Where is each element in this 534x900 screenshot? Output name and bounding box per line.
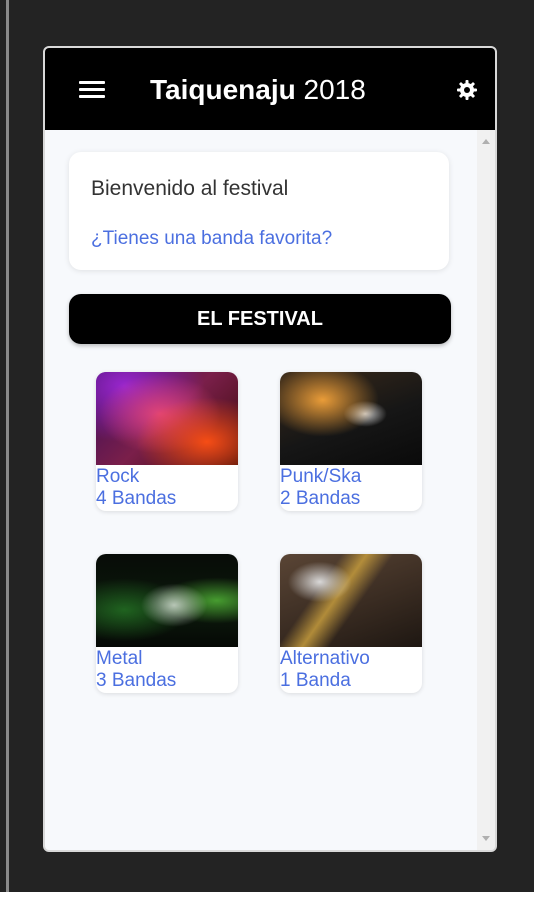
scroll-down-arrow-icon[interactable] xyxy=(482,836,490,841)
punk-bass-image xyxy=(280,372,422,465)
genre-name: Punk/Ska xyxy=(280,466,362,487)
genre-card-metal[interactable]: Metal 3 Bandas xyxy=(96,554,238,693)
welcome-text: Bienvenido al festival xyxy=(91,177,289,200)
genre-band-count: 3 Bandas xyxy=(96,670,177,691)
rock-guitar-image xyxy=(96,372,238,465)
window-left-border xyxy=(6,0,9,893)
genre-card-alternativo[interactable]: Alternativo 1 Banda xyxy=(280,554,422,693)
genre-name: Metal xyxy=(96,648,143,669)
app-frame: Taiquenaju 2018 Bienvenido al festival ¿… xyxy=(43,46,497,852)
genre-band-count: 4 Bandas xyxy=(96,488,177,509)
genre-card-rock[interactable]: Rock 4 Bandas xyxy=(96,372,238,511)
favorite-band-link[interactable]: ¿Tienes una banda favorita? xyxy=(91,228,332,250)
festival-button[interactable]: EL FESTIVAL xyxy=(69,294,451,344)
app-title-name: Taiquenaju xyxy=(150,74,296,105)
scroll-up-arrow-icon[interactable] xyxy=(482,139,490,144)
app-bar: Taiquenaju 2018 xyxy=(45,48,495,130)
welcome-card: Bienvenido al festival ¿Tienes una banda… xyxy=(69,152,449,270)
app-title: Taiquenaju 2018 xyxy=(150,73,366,107)
genre-card-punk-ska[interactable]: Punk/Ska 2 Bandas xyxy=(280,372,422,511)
settings-gear-icon[interactable] xyxy=(456,79,478,101)
genre-name: Alternativo xyxy=(280,648,370,669)
alternative-microphone-image xyxy=(280,554,422,647)
app-title-year: 2018 xyxy=(303,74,366,105)
metal-drums-image xyxy=(96,554,238,647)
hamburger-menu-icon[interactable] xyxy=(79,81,105,99)
genre-band-count: 1 Banda xyxy=(280,670,351,691)
window-bottom-border xyxy=(0,892,534,900)
genre-band-count: 2 Bandas xyxy=(280,488,361,509)
genre-name: Rock xyxy=(96,466,140,487)
scrollbar[interactable] xyxy=(477,130,495,850)
